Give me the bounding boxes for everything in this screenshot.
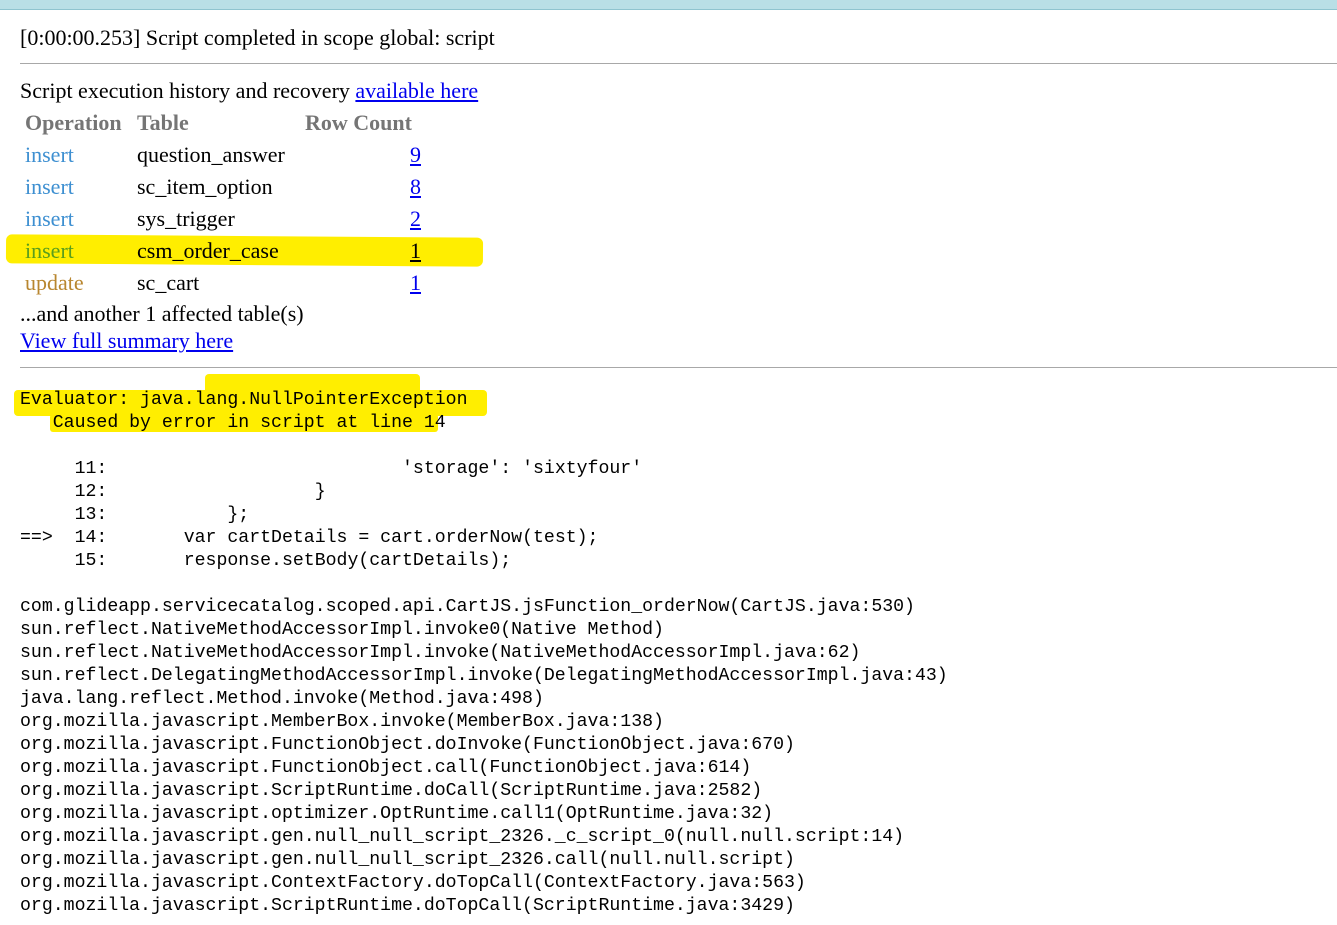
source-line-marker: ==> — [20, 528, 75, 548]
source-line-marker — [20, 551, 75, 571]
table-name-cell: question_answer — [137, 142, 285, 167]
stack-trace-line: org.mozilla.javascript.optimizer.OptRunt… — [20, 804, 774, 824]
column-header-operation: Operation — [25, 110, 122, 135]
table-name-cell: sc_item_option — [137, 174, 273, 199]
stack-trace-line: sun.reflect.DelegatingMethodAccessorImpl… — [20, 666, 948, 686]
stack-trace-line: org.mozilla.javascript.MemberBox.invoke(… — [20, 712, 664, 732]
stack-trace-line: org.mozilla.javascript.FunctionObject.ca… — [20, 758, 752, 778]
stack-trace-line: sun.reflect.NativeMethodAccessorImpl.inv… — [20, 643, 861, 663]
source-line-number: 12: — [74, 482, 108, 502]
stack-trace-line: org.mozilla.javascript.ContextFactory.do… — [20, 873, 806, 893]
row-count-link[interactable]: 1 — [410, 270, 421, 296]
column-header-table: Table — [137, 110, 189, 135]
history-line: Script execution history and recovery av… — [20, 78, 478, 104]
operation-cell: insert — [25, 142, 74, 167]
source-line-marker — [20, 482, 75, 502]
source-line-marker — [20, 505, 75, 525]
source-line-code: 'storage': 'sixtyfour' — [107, 459, 643, 479]
view-full-summary-link[interactable]: View full summary here — [20, 328, 233, 354]
table-name-cell: sys_trigger — [137, 206, 235, 231]
source-line: 15: response.setBody(cartDetails); — [20, 550, 642, 573]
source-line-code: }; — [107, 505, 250, 525]
operation-cell: update — [25, 270, 84, 295]
source-line-code: } — [107, 482, 326, 502]
table-name-cell: sc_cart — [137, 270, 200, 295]
stack-trace-line: org.mozilla.javascript.gen.null_null_scr… — [20, 827, 905, 847]
source-line: 13: }; — [20, 504, 642, 527]
operation-cell: insert — [25, 206, 74, 231]
row-count-link[interactable]: 9 — [410, 142, 421, 168]
top-frame-strip — [0, 0, 1337, 11]
affected-tables-note: ...and another 1 affected table(s) — [20, 301, 304, 326]
source-line-code: var cartDetails = cart.orderNow(test); — [107, 528, 599, 548]
error-cause: Caused by error in script at line 14 — [20, 413, 446, 433]
operation-cell: insert — [25, 174, 74, 199]
row-count-link[interactable]: 8 — [410, 174, 421, 200]
stack-trace: com.glideapp.servicecatalog.scoped.api.C… — [20, 596, 948, 918]
source-line: ==> 14: var cartDetails = cart.orderNow(… — [20, 527, 642, 550]
divider-top — [20, 63, 1337, 64]
stack-trace-line: com.glideapp.servicecatalog.scoped.api.C… — [20, 597, 915, 617]
divider-bottom — [20, 367, 1337, 368]
history-available-link[interactable]: available here — [355, 78, 478, 103]
error-title: Evaluator: java.lang.NullPointerExceptio… — [20, 390, 468, 410]
stack-trace-line: org.mozilla.javascript.ScriptRuntime.doC… — [20, 781, 763, 801]
operation-cell: insert — [25, 238, 74, 263]
row-count-link[interactable]: 1 — [410, 238, 421, 264]
row-count-link[interactable]: 2 — [410, 206, 421, 232]
top-frame-strip-fill — [0, 0, 1337, 10]
stack-trace-line: java.lang.reflect.Method.invoke(Method.j… — [20, 689, 544, 709]
source-line: 11: 'storage': 'sixtyfour' — [20, 458, 643, 481]
source-line-number: 15: — [74, 551, 108, 571]
stack-trace-line: org.mozilla.javascript.ScriptRuntime.doT… — [20, 896, 795, 916]
stack-trace-line: org.mozilla.javascript.gen.null_null_scr… — [20, 850, 795, 870]
source-line: 12: } — [20, 481, 642, 504]
status-message: [0:00:00.253] Script completed in scope … — [20, 25, 495, 50]
source-line-number: 13: — [74, 505, 108, 525]
stack-trace-line: org.mozilla.javascript.FunctionObject.do… — [20, 735, 795, 755]
source-excerpt: 11: 'storage': 'sixtyfour' 12: } 13: }; =… — [20, 458, 642, 573]
source-line-marker — [20, 459, 75, 479]
source-line-number: 14: — [74, 528, 108, 548]
history-text: Script execution history and recovery — [20, 78, 356, 103]
source-line-number: 11: — [74, 459, 108, 479]
source-line-code: response.setBody(cartDetails); — [107, 551, 512, 571]
table-name-cell: csm_order_case — [137, 238, 279, 263]
stack-trace-line: sun.reflect.NativeMethodAccessorImpl.inv… — [20, 620, 664, 640]
column-header-row-count: Row Count — [305, 110, 412, 135]
